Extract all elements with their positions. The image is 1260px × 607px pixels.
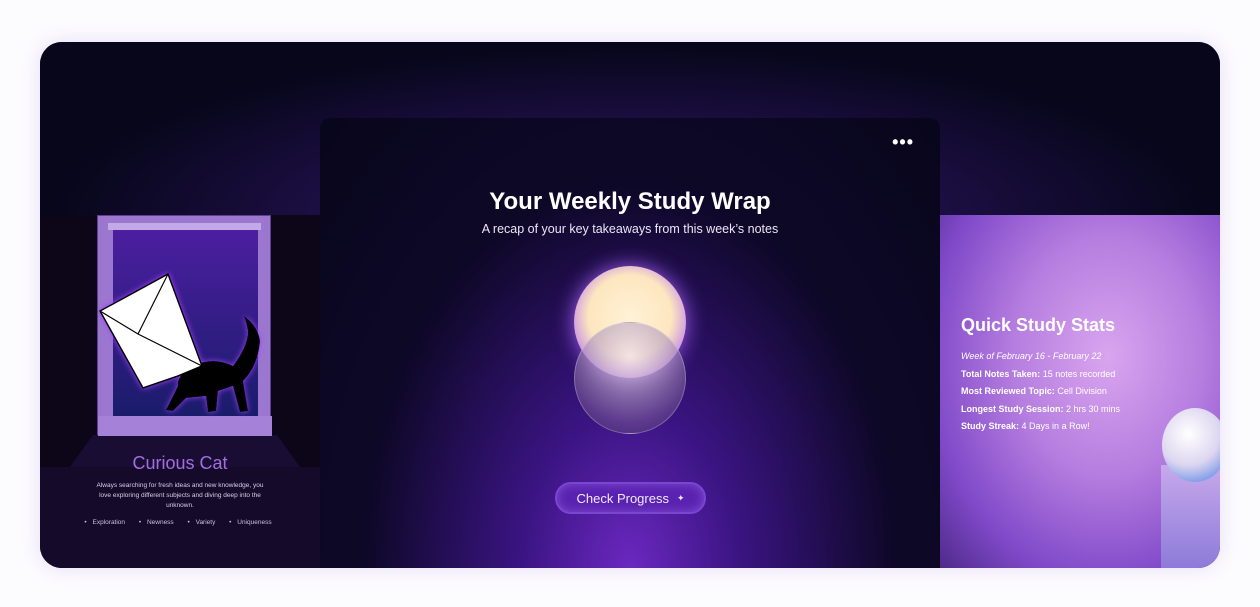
window-illustration	[97, 215, 272, 436]
personality-card[interactable]: Curious Cat Always searching for fresh i…	[40, 215, 320, 568]
check-progress-button[interactable]: Check Progress ✦	[555, 482, 706, 514]
tag: • Exploration	[84, 519, 126, 526]
tag: • Uniqueness	[229, 519, 272, 526]
tag: • Variety	[187, 519, 216, 526]
week-range: Week of February 16 - February 22	[961, 351, 1102, 361]
page-subtitle: A recap of your key takeaways from this …	[481, 222, 779, 236]
stat-row: Study Streak: 4 Days in a Row!	[961, 421, 1090, 431]
stat-row: Most Reviewed Topic: Cell Division	[961, 386, 1107, 396]
cat-with-bag-icon	[98, 272, 260, 412]
tag: • Newness	[138, 519, 174, 526]
stat-row: Total Notes Taken: 15 notes recorded	[961, 368, 1116, 379]
glass-orb	[574, 322, 686, 434]
carousel-frame: Curious Cat Always searching for fresh i…	[40, 42, 1220, 568]
tag-list: • Exploration • Newness • Variety • Uniq…	[40, 519, 320, 526]
more-horizontal-icon[interactable]: •••	[892, 132, 914, 153]
study-wrap-card: ••• Your Weekly Study Wrap A recap of yo…	[320, 118, 940, 568]
stat-row: Longest Study Session: 2 hrs 30 mins	[961, 403, 1121, 414]
card-description: Always searching for fresh ideas and new…	[96, 482, 264, 509]
sphere-decoration	[1162, 408, 1220, 482]
card-title: Curious Cat	[132, 453, 228, 473]
sparkle-icon: ✦	[676, 492, 685, 503]
stats-title: Quick Study Stats	[961, 315, 1116, 335]
stats-list: Week of February 16 - February 22 Total …	[961, 348, 1120, 436]
button-label: Check Progress	[576, 490, 669, 506]
study-stats-card[interactable]: Quick Study Stats Week of February 16 - …	[940, 215, 1220, 568]
page-title: Your Weekly Study Wrap	[489, 188, 771, 215]
